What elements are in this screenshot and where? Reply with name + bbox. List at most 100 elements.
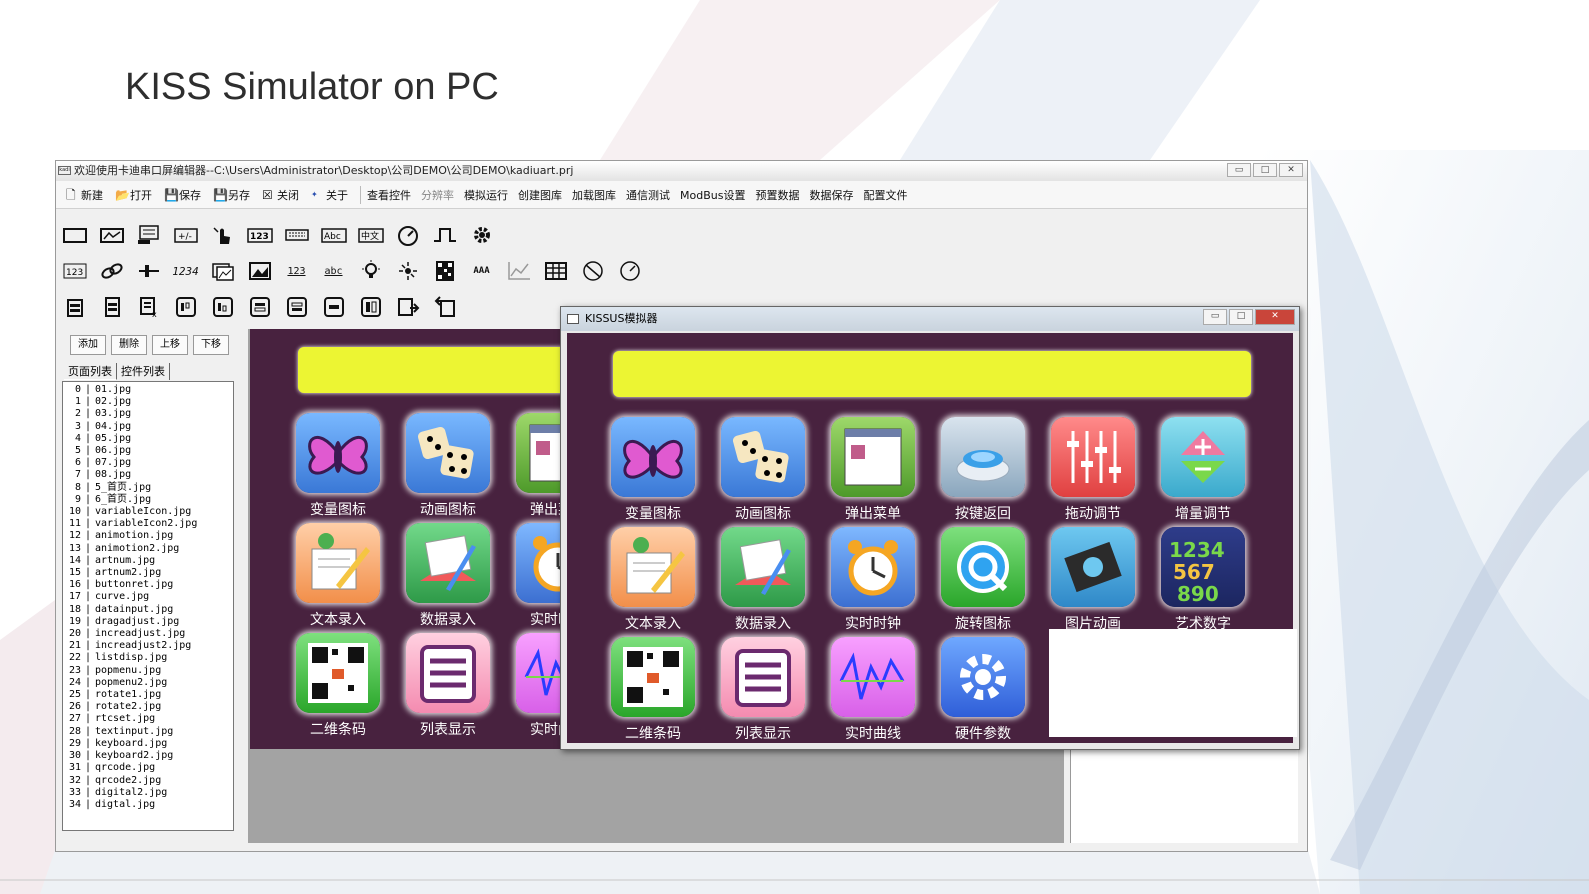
page-delete-icon[interactable]: x [134, 294, 163, 320]
list-item[interactable]: 24 | popmenu2.jpg [63, 677, 233, 689]
move-down-button[interactable]: 下移 [193, 335, 229, 355]
touch-tool-icon[interactable] [208, 222, 237, 248]
sim-app-tile[interactable]: 增量调节 [1159, 417, 1247, 523]
curve-chart-icon[interactable] [504, 258, 533, 284]
align-right-icon[interactable] [208, 294, 237, 320]
list-item[interactable]: 6 | 07.jpg [63, 457, 233, 469]
list-item[interactable]: 19 | dragadjust.jpg [63, 616, 233, 628]
list-item[interactable]: 0 | 01.jpg [63, 384, 233, 396]
chinese-text-icon[interactable]: 中文 [356, 222, 385, 248]
sim-app-tile[interactable]: 拖动调节 [1049, 417, 1137, 523]
menu-view-controls[interactable]: 查看控件 [367, 187, 411, 203]
add-page-button[interactable]: 添加 [70, 335, 106, 355]
list-item[interactable]: 16 | buttonret.jpg [63, 579, 233, 591]
sim-app-tile[interactable]: 旋转图标 [939, 527, 1027, 633]
close-button[interactable]: ✕ [1279, 163, 1303, 177]
rect-tool-icon[interactable] [60, 222, 89, 248]
sim-app-tile[interactable]: 实时时钟 [829, 527, 917, 633]
minimize-button[interactable]: ▭ [1227, 163, 1251, 177]
menu-simulate[interactable]: 模拟运行 [464, 187, 508, 203]
tab-control-list[interactable]: 控件列表 [117, 363, 170, 380]
page-stack-icon[interactable] [60, 294, 89, 320]
digit-image-icon[interactable]: 123 [60, 258, 89, 284]
simulator-titlebar[interactable]: KISSUS模拟器 ▭ □ ✕ [561, 307, 1299, 331]
menu-modbus[interactable]: ModBus设置 [680, 187, 745, 203]
page-list[interactable]: 0 | 01.jpg 1 | 02.jpg 2 | 03.jpg 3 | 04.jpg 4 | 05.jpg… [62, 381, 234, 831]
sim-app-tile[interactable]: 图片动画 [1049, 527, 1137, 633]
list-item[interactable]: 14 | artnum.jpg [63, 555, 233, 567]
link-icon[interactable] [97, 258, 126, 284]
text-abc-icon[interactable]: Abc [319, 222, 348, 248]
align-top-icon[interactable] [245, 294, 274, 320]
sim-app-tile[interactable]: 硬件参数 [939, 637, 1027, 743]
clock-crossed-icon[interactable] [578, 258, 607, 284]
editor-titlebar[interactable]: kadi 欢迎使用卡迪串口屏编辑器--C:\Users\Administrato… [56, 161, 1307, 181]
picture-icon[interactable] [245, 258, 274, 284]
list-item[interactable]: 27 | rtcset.jpg [63, 713, 233, 725]
tab-page-list[interactable]: 页面列表 [64, 363, 117, 380]
table-icon[interactable] [541, 258, 570, 284]
list-item[interactable]: 8 | 5_首页.jpg [63, 482, 233, 494]
list-item[interactable]: 28 | textinput.jpg [63, 726, 233, 738]
list-item[interactable]: 32 | qrcode2.jpg [63, 775, 233, 787]
copy-arrow-icon[interactable] [393, 294, 422, 320]
pulse-icon[interactable] [430, 222, 459, 248]
menu-new[interactable]: 🗋 新建 [66, 187, 103, 203]
list-item[interactable]: 13 | animotion2.jpg [63, 543, 233, 555]
menu-save-as[interactable]: 💾 另存 [213, 187, 250, 203]
image-gallery-icon[interactable] [208, 258, 237, 284]
list-item[interactable]: 3 | 04.jpg [63, 421, 233, 433]
clock-icon[interactable] [615, 258, 644, 284]
qrcode-icon[interactable] [430, 258, 459, 284]
simulator-screen[interactable]: 变量图标 动画图标 弹出菜单 按键返回 拖动调节 增量调节 文本录入 数据录入 实时时钟 旋转图标… [567, 333, 1297, 743]
sim-close-button[interactable]: ✕ [1255, 309, 1295, 325]
list-item[interactable]: 1 | 02.jpg [63, 396, 233, 408]
keyboard-icon[interactable] [282, 222, 311, 248]
number-display-icon[interactable]: 123 [245, 222, 274, 248]
align-left-icon[interactable] [171, 294, 200, 320]
art-number-icon[interactable]: 1234 [171, 258, 200, 284]
list-item[interactable]: 9 | 6_首页.jpg [63, 494, 233, 506]
list-item[interactable]: 29 | keyboard.jpg [63, 738, 233, 750]
aaa-text-icon[interactable]: AAA [467, 258, 496, 284]
list-item[interactable]: 31 | qrcode.jpg [63, 762, 233, 774]
align-hcenter-icon[interactable] [356, 294, 385, 320]
menu-create-library[interactable]: 创建图库 [518, 187, 562, 203]
list-item[interactable]: 15 | artnum2.jpg [63, 567, 233, 579]
sim-app-tile[interactable]: 二维条码 [609, 637, 697, 743]
list-item[interactable]: 25 | rotate1.jpg [63, 689, 233, 701]
menu-resolution[interactable]: 分辨率 [421, 187, 454, 203]
sim-app-tile[interactable]: 1234 567 890 艺术数字 [1159, 527, 1247, 633]
menu-load-library[interactable]: 加载图库 [572, 187, 616, 203]
gear-icon[interactable] [467, 222, 496, 248]
list-item[interactable]: 23 | popmenu.jpg [63, 665, 233, 677]
sim-app-tile[interactable]: 实时曲线 [829, 637, 917, 743]
list-item[interactable]: 20 | increadjust.jpg [63, 628, 233, 640]
canvas-app-tile[interactable]: 列表显示 [404, 633, 492, 739]
canvas-app-tile[interactable]: 二维条码 [294, 633, 382, 739]
sim-yellow-title-bar[interactable] [613, 351, 1251, 397]
delete-page-button[interactable]: 删除 [111, 335, 147, 355]
sim-app-tile[interactable]: 按键返回 [939, 417, 1027, 523]
list-item[interactable]: 11 | variableIcon2.jpg [63, 518, 233, 530]
paste-arrow-icon[interactable] [430, 294, 459, 320]
list-item[interactable]: 22 | listdisp.jpg [63, 652, 233, 664]
sim-app-tile[interactable]: 列表显示 [719, 637, 807, 743]
sim-app-tile[interactable]: 文本录入 [609, 527, 697, 633]
menu-comm-test[interactable]: 通信测试 [626, 187, 670, 203]
list-item[interactable]: 12 | animotion.jpg [63, 530, 233, 542]
align-vcenter-icon[interactable] [319, 294, 348, 320]
list-item[interactable]: 4 | 05.jpg [63, 433, 233, 445]
menu-save[interactable]: 💾 保存 [164, 187, 201, 203]
list-item[interactable]: 10 | variableIcon.jpg [63, 506, 233, 518]
list-item[interactable]: 5 | 06.jpg [63, 445, 233, 457]
canvas-app-tile[interactable]: 动画图标 [404, 413, 492, 519]
maximize-button[interactable]: □ [1253, 163, 1277, 177]
canvas-app-tile[interactable]: 变量图标 [294, 413, 382, 519]
menu-preset-data[interactable]: 预置数据 [755, 187, 799, 203]
list-item[interactable]: 30 | keyboard2.jpg [63, 750, 233, 762]
list-item[interactable]: 2 | 03.jpg [63, 408, 233, 420]
menu-config-file[interactable]: 配置文件 [863, 187, 907, 203]
text-abc-small-icon[interactable]: abc [319, 258, 348, 284]
yellow-title-bar[interactable] [298, 347, 578, 393]
